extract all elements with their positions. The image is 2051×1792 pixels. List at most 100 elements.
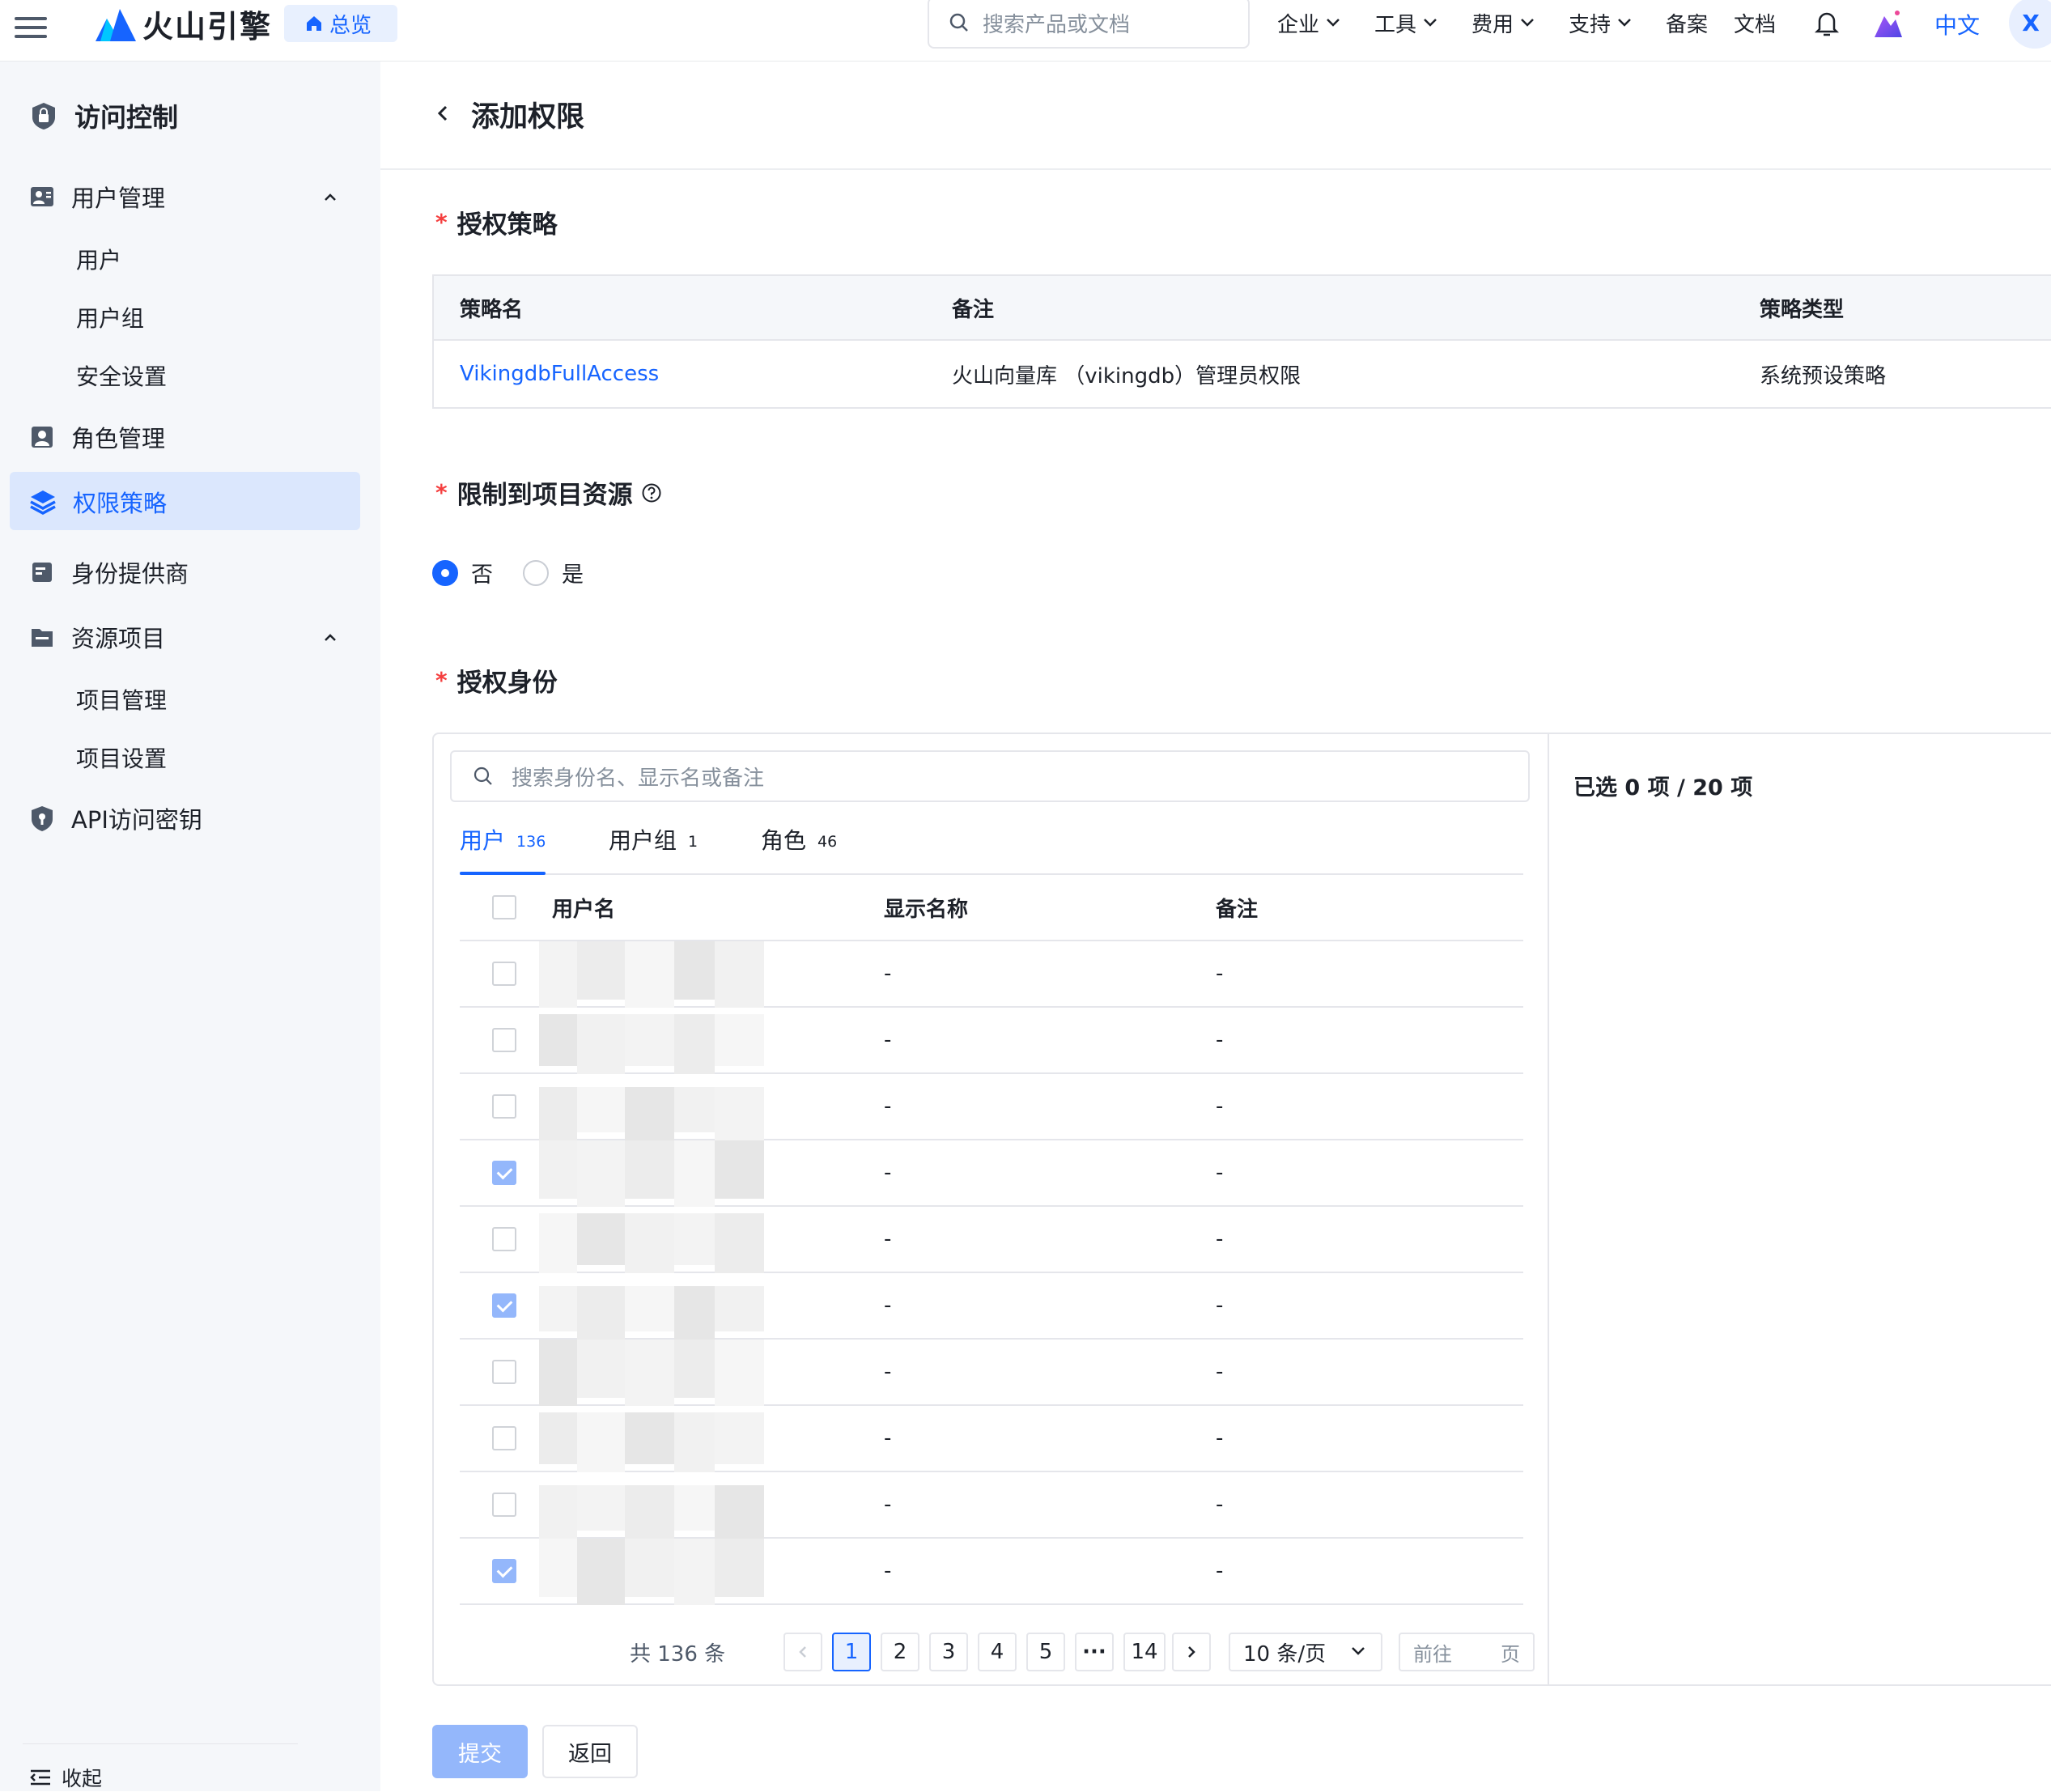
ai-assistant-icon[interactable] [1873,8,1904,39]
tab-roles[interactable]: 角色 46 [761,823,837,873]
radio-yes-circle[interactable] [523,559,549,586]
users-icon [31,187,53,206]
select-all-checkbox[interactable] [492,895,516,919]
table-row[interactable]: -- [460,1207,1523,1273]
tab-user-groups[interactable]: 用户组 1 [609,823,698,873]
goto-page-input[interactable]: 前往 页 [1399,1633,1535,1671]
row-checkbox[interactable] [492,1360,516,1384]
language-switch[interactable]: 中文 [1934,8,1980,40]
collapse-sidebar-button[interactable]: 收起 [29,1763,102,1792]
page-ellipsis-button[interactable]: ··· [1075,1633,1114,1671]
nav-support[interactable]: 支持 [1569,0,1632,45]
radio-no-label: 否 [471,563,493,588]
page-button-1[interactable]: 1 [832,1633,871,1671]
tab-users[interactable]: 用户 136 [460,823,546,875]
row-checkbox[interactable] [492,1559,516,1583]
chevron-left-icon[interactable] [435,104,450,123]
row-checkbox[interactable] [492,1161,516,1185]
nav-enterprise[interactable]: 企业 [1277,0,1340,45]
row-checkbox[interactable] [492,1094,516,1119]
sidebar-item-user-groups[interactable]: 用户组 [76,301,144,333]
sidebar-item-role-mgmt-label: 角色管理 [71,425,166,452]
col-user-remark: 备注 [1216,897,1259,922]
nav-docs-label: 文档 [1734,12,1777,37]
policy-remark: 火山向量库 （vikingdb）管理员权限 [952,363,1302,389]
table-row[interactable]: -- [460,1140,1523,1207]
next-page-button[interactable] [1172,1633,1211,1671]
row-checkbox[interactable] [492,962,516,986]
table-row[interactable]: -- [460,1472,1523,1539]
nav-tools[interactable]: 工具 [1374,0,1437,45]
remark-cell: - [1216,1426,1224,1450]
sidebar-item-idp[interactable]: 身份提供商 [29,555,189,589]
help-circle-icon[interactable] [641,482,662,503]
row-checkbox[interactable] [492,1227,516,1251]
key-shield-icon [32,806,53,831]
row-checkbox[interactable] [492,1293,516,1318]
prev-page-button[interactable] [783,1633,822,1671]
page-button-3[interactable]: 3 [929,1633,968,1671]
tab-roles-count: 46 [817,833,838,851]
identity-search-input[interactable]: 搜索身份名、显示名或备注 [450,750,1530,802]
display-name-cell: - [884,1227,892,1251]
remark-cell: - [1216,1227,1224,1251]
table-row[interactable]: -- [460,1406,1523,1472]
nav-filing[interactable]: 备案 [1666,0,1708,45]
global-search-placeholder: 搜索产品或文档 [983,12,1131,37]
menu-icon[interactable] [15,11,47,44]
page-button-5[interactable]: 5 [1026,1633,1065,1671]
col-policy-name: 策略名 [460,297,524,322]
sidebar-item-policies[interactable]: 权限策略 [29,485,167,519]
chevron-up-icon[interactable] [322,189,338,206]
sidebar-item-resources[interactable]: 资源项目 [29,620,165,654]
table-row[interactable]: -- [460,1273,1523,1340]
display-name-cell: - [884,1426,892,1450]
tab-users-label: 用户 [460,827,506,854]
folder-icon [32,629,53,647]
row-checkbox[interactable] [492,1426,516,1450]
page-button-4[interactable]: 4 [978,1633,1017,1671]
tab-users-count: 136 [516,833,546,851]
table-row[interactable]: -- [460,1074,1523,1140]
redacted-username [539,1273,764,1340]
brand-logo[interactable]: 火山引擎 [96,3,272,45]
global-search-input[interactable]: 搜索产品或文档 [928,0,1250,49]
policy-table-header: 策略名 备注 策略类型 [434,276,2051,341]
bell-icon[interactable] [1813,10,1841,37]
back-button[interactable]: 返回 [542,1725,638,1778]
sidebar-item-security[interactable]: 安全设置 [76,359,167,392]
lock-shield-icon [32,103,55,130]
sidebar-item-user-mgmt[interactable]: 用户管理 [29,180,165,214]
radio-yes[interactable]: 是 [523,557,584,588]
overview-button[interactable]: 总览 [284,5,397,42]
sidebar-item-role-mgmt[interactable]: 角色管理 [29,420,165,454]
policy-section-title: * 授权策略 [435,204,558,240]
avatar[interactable]: X [2009,0,2051,49]
sidebar-item-idp-label: 身份提供商 [71,560,189,588]
nav-filing-label: 备案 [1666,12,1709,37]
radio-no-circle[interactable] [432,559,458,586]
table-row[interactable]: -- [460,941,1523,1008]
page-size-select[interactable]: 10 条/页 [1229,1633,1382,1671]
sidebar-item-project-settings[interactable]: 项目设置 [76,741,167,774]
sidebar-item-api-keys[interactable]: API访问密钥 [29,801,202,835]
radio-no[interactable]: 否 [432,557,493,588]
row-checkbox[interactable] [492,1028,516,1052]
chevron-up-icon[interactable] [322,630,338,646]
submit-button[interactable]: 提交 [432,1725,528,1778]
table-row[interactable]: -- [460,1340,1523,1406]
chevron-right-icon [1188,1646,1195,1658]
overview-label: 总览 [329,13,372,38]
remark-cell: - [1216,1559,1224,1583]
nav-docs[interactable]: 文档 [1734,0,1776,45]
page-button-14[interactable]: 14 [1123,1633,1166,1671]
nav-billing[interactable]: 费用 [1471,0,1535,45]
sidebar-item-project-mgmt[interactable]: 项目管理 [76,683,167,716]
table-row[interactable]: -- [460,1539,1523,1605]
sidebar-item-users[interactable]: 用户 [76,243,121,275]
page-button-2[interactable]: 2 [881,1633,919,1671]
row-checkbox[interactable] [492,1493,516,1517]
table-row[interactable]: -- [460,1008,1523,1074]
remark-cell: - [1216,1094,1224,1119]
policy-name-link[interactable]: VikingdbFullAccess [460,362,659,386]
